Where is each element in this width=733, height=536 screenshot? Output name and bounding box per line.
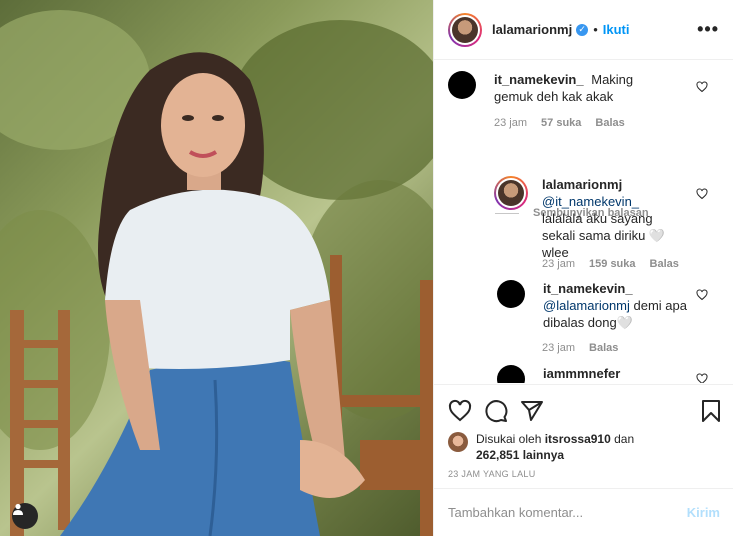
like-comment-heart-icon[interactable] [696,81,708,93]
like-comment-heart-icon[interactable] [696,373,708,383]
commenter-avatar[interactable] [497,365,525,383]
comment-likes[interactable]: 57 suka [541,117,581,129]
post-header: lalamarionmj ✓ • Ikuti ••• [434,0,733,60]
reply-time[interactable]: 23 jam [542,342,575,354]
share-icon[interactable] [520,399,544,423]
like-comment-heart-icon[interactable] [696,188,708,200]
reply: lalamarionmj @it_namekevin_ lalalala aku… [494,176,704,261]
reply-body: lalamarionmj @it_namekevin_ lalalala aku… [542,176,682,261]
reply: it_namekevin_ @lalamarionmj demi apa dib… [497,280,707,331]
reply-username[interactable]: it_namekevin_ [543,280,689,297]
comments-list[interactable]: it_namekevin_ Making gemuk deh kak akak … [434,61,733,383]
user-icon [13,503,23,515]
post-photo-illustration [0,10,433,536]
commenter-avatar[interactable] [497,280,525,308]
post-timestamp[interactable]: 23 JAM YANG LALU [448,469,536,479]
tagged-users-button[interactable] [12,503,38,529]
liker-avatar[interactable] [448,432,468,452]
likes-summary: Disukai oleh itsrossa910 dan 262,851 lai… [448,431,666,463]
reply-mention[interactable]: @lalamarionmj [543,298,630,313]
follow-button[interactable]: Ikuti [603,22,630,37]
post-comment-button[interactable]: Kirim [687,505,720,520]
like-heart-icon[interactable] [448,399,472,423]
comment-meta: 23 jam 57 suka Balas [494,117,625,129]
reply-meta: 23 jam 159 suka Balas [542,258,679,270]
reply-button[interactable]: Balas [650,258,679,270]
commenter-avatar[interactable] [448,71,476,99]
comment-body: it_namekevin_ Making gemuk deh kak akak [494,71,674,105]
post-actions: Disukai oleh itsrossa910 dan 262,851 lai… [434,384,733,488]
reply-time[interactable]: 23 jam [542,258,575,270]
reply: iammmnefer [497,365,707,383]
reply-body: it_namekevin_ @lalamarionmj demi apa dib… [543,280,693,331]
reply-username[interactable]: iammmnefer [543,365,620,382]
reply-text: lalalala aku sayang sekali sama diriku 🤍… [542,211,666,260]
verified-badge-icon: ✓ [576,23,589,36]
post-side-panel: lalamarionmj ✓ • Ikuti ••• it_namekevin_… [433,0,733,536]
author-username[interactable]: lalamarionmj [492,22,572,37]
reply-username[interactable]: lalamarionmj [542,176,678,193]
reply-button[interactable]: Balas [589,342,618,354]
comment-icon[interactable] [484,399,508,423]
author-avatar[interactable] [448,12,482,47]
comment-username[interactable]: it_namekevin_ [494,72,584,87]
reply-likes[interactable]: 159 suka [589,258,635,270]
reply-body: iammmnefer [543,365,624,383]
reply-meta: 23 jam Balas [542,342,618,354]
commenter-avatar[interactable] [494,176,528,210]
liker-username[interactable]: itsrossa910 [545,432,611,446]
reply-mention[interactable]: @it_namekevin_ [542,194,639,209]
like-comment-heart-icon[interactable] [696,289,708,301]
comment: it_namekevin_ Making gemuk deh kak akak [448,71,698,105]
add-comment-bar: Kirim [434,488,733,536]
likes-count[interactable]: 262,851 lainnya [476,448,564,462]
save-bookmark-icon[interactable] [700,399,722,423]
comment-time[interactable]: 23 jam [494,117,527,129]
header-separator: • [593,22,598,37]
post-photo[interactable] [0,0,433,536]
likes-prefix: Disukai oleh [476,432,542,446]
comment-input[interactable] [448,505,687,520]
more-options-icon[interactable]: ••• [697,19,719,40]
reply-button[interactable]: Balas [595,117,624,129]
likes-joiner: dan [614,432,635,446]
